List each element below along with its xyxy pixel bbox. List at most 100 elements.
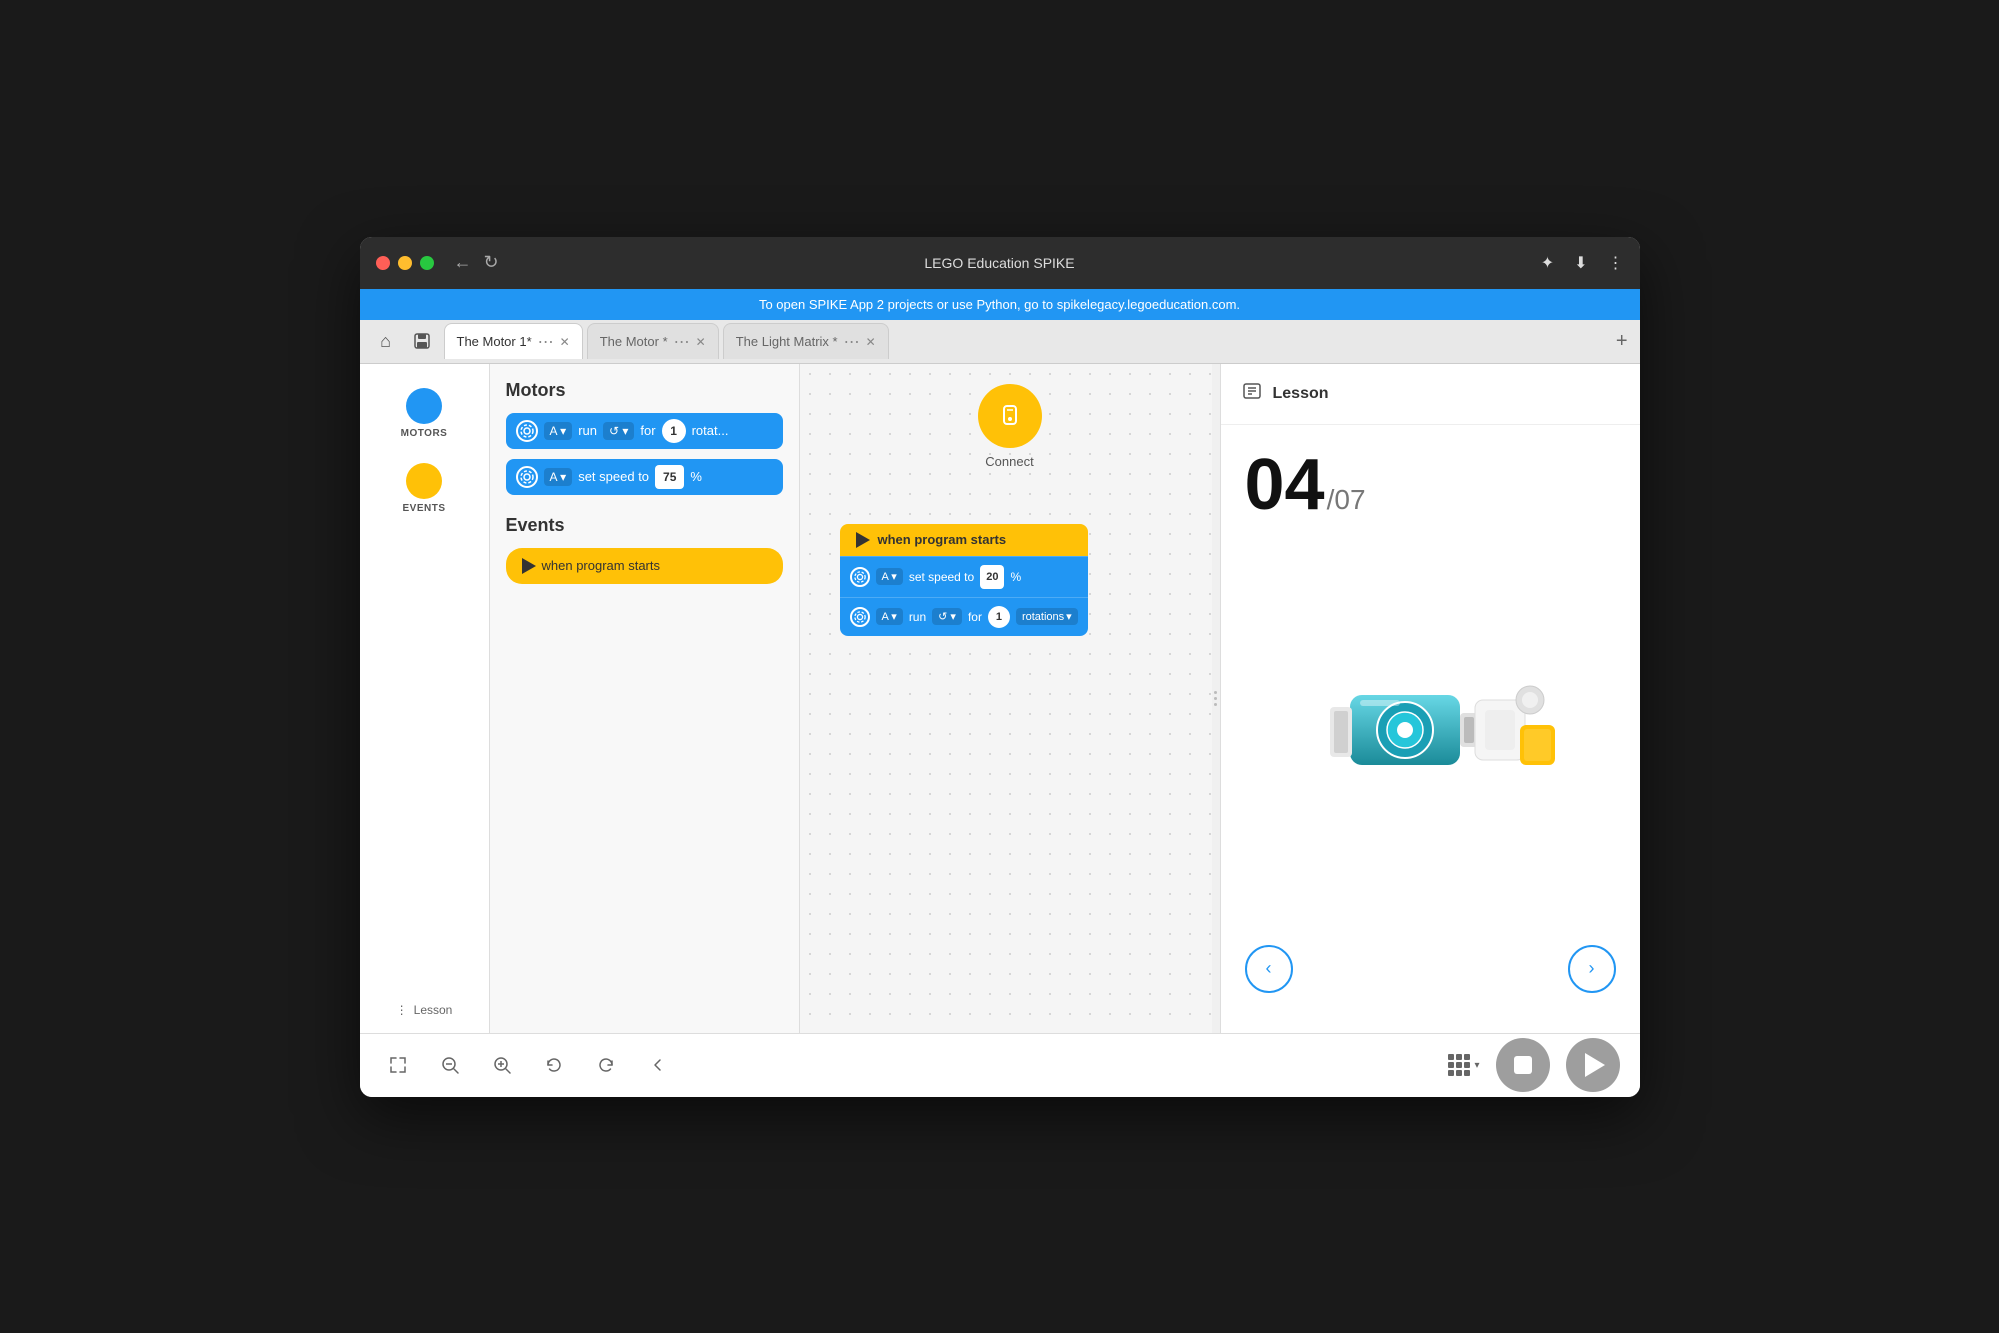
blocks-panel: Motors A ▾ run ↺ ▾ for 1 rotat... bbox=[490, 364, 800, 1033]
tab-motor1[interactable]: The Motor 1* ⋯ ✕ bbox=[444, 323, 583, 359]
back-button[interactable] bbox=[640, 1047, 676, 1083]
connect-circle bbox=[978, 384, 1042, 448]
lesson-image bbox=[1245, 537, 1616, 913]
set-speed-label: set speed to bbox=[578, 469, 649, 484]
run-label: run bbox=[578, 423, 597, 438]
canvas-port-1[interactable]: A ▾ bbox=[876, 568, 903, 585]
more-icon[interactable]: ⋮ bbox=[1608, 253, 1624, 273]
save-button[interactable] bbox=[404, 323, 440, 359]
tab-motor1-more[interactable]: ⋯ bbox=[538, 332, 554, 352]
port-dropdown-2[interactable]: A ▾ bbox=[544, 468, 573, 486]
canvas-play-icon bbox=[856, 532, 870, 548]
refresh-button[interactable]: ↻ bbox=[484, 252, 499, 273]
rotation-dir-dropdown[interactable]: ↺ ▾ bbox=[603, 422, 634, 440]
divider-dots bbox=[1214, 691, 1217, 706]
motors-dot bbox=[406, 388, 442, 424]
close-button[interactable] bbox=[376, 256, 390, 270]
lesson-prev-button[interactable]: ‹ bbox=[1245, 945, 1293, 993]
stop-button[interactable] bbox=[1496, 1038, 1550, 1092]
nav-buttons: ← ↻ bbox=[454, 252, 499, 273]
canvas-divider[interactable] bbox=[1212, 364, 1220, 1033]
canvas-run-value[interactable]: 1 bbox=[988, 606, 1010, 628]
run-value[interactable]: 1 bbox=[662, 419, 686, 443]
sidebar-item-motors[interactable]: MOTORS bbox=[393, 380, 456, 447]
play-button[interactable] bbox=[1566, 1038, 1620, 1092]
redo-button[interactable] bbox=[588, 1047, 624, 1083]
lesson-nav: ‹ › bbox=[1245, 929, 1616, 1009]
sidebar-lesson-label: Lesson bbox=[414, 1003, 453, 1017]
canvas-code-group: when program starts A ▾ set speed to 20 bbox=[840, 524, 1088, 636]
percent-label: % bbox=[690, 469, 702, 484]
tab-motor1-close[interactable]: ✕ bbox=[560, 336, 570, 348]
lesson-panel: Lesson 04 /07 bbox=[1220, 364, 1640, 1033]
lesson-content: 04 /07 bbox=[1221, 425, 1640, 1033]
for-label: for bbox=[640, 423, 655, 438]
canvas-run-label: run bbox=[909, 610, 926, 624]
sidebar-lesson-button[interactable]: ⋮ Lesson bbox=[396, 1003, 453, 1017]
grid-dropdown-arrow: ▾ bbox=[1474, 1060, 1479, 1071]
sidebar-more-icon: ⋮ bbox=[396, 1003, 408, 1017]
tab-motor-close[interactable]: ✕ bbox=[696, 336, 706, 348]
traffic-lights bbox=[376, 256, 434, 270]
sidebar: MOTORS EVENTS ⋮ Lesson bbox=[360, 364, 490, 1033]
canvas-unit-dropdown[interactable]: rotations ▾ bbox=[1016, 608, 1078, 625]
events-dot bbox=[406, 463, 442, 499]
canvas-port-2[interactable]: A ▾ bbox=[876, 608, 903, 625]
play-icon bbox=[522, 558, 536, 574]
events-label: EVENTS bbox=[402, 503, 445, 514]
motor-svg bbox=[1290, 645, 1570, 805]
back-nav-button[interactable]: ← bbox=[454, 252, 472, 273]
connect-button[interactable]: Connect bbox=[978, 384, 1042, 469]
titlebar: ← ↻ LEGO Education SPIKE ✦ ⬇ ⋮ bbox=[360, 237, 1640, 289]
speed-value[interactable]: 75 bbox=[655, 465, 684, 489]
grid-toggle-button[interactable]: ▾ bbox=[1448, 1054, 1479, 1076]
canvas-gear-2 bbox=[850, 607, 870, 627]
zoom-in-button[interactable] bbox=[484, 1047, 520, 1083]
motor-run-block[interactable]: A ▾ run ↺ ▾ for 1 rotat... bbox=[506, 413, 783, 449]
canvas-speed-row[interactable]: A ▾ set speed to 20 % bbox=[840, 556, 1088, 597]
home-button[interactable]: ⌂ bbox=[368, 323, 404, 359]
tab-lightmatrix-more[interactable]: ⋯ bbox=[844, 332, 860, 352]
canvas-percent: % bbox=[1010, 570, 1021, 584]
tab-lightmatrix-close[interactable]: ✕ bbox=[866, 336, 876, 348]
events-section-title: Events bbox=[506, 515, 783, 536]
tab-lightmatrix-label: The Light Matrix * bbox=[736, 334, 838, 349]
sidebar-item-events[interactable]: EVENTS bbox=[394, 455, 453, 522]
fit-screen-button[interactable] bbox=[380, 1047, 416, 1083]
undo-button[interactable] bbox=[536, 1047, 572, 1083]
puzzle-icon[interactable]: ✦ bbox=[1541, 253, 1554, 273]
play-icon bbox=[1585, 1053, 1605, 1077]
code-block-group: when program starts A ▾ set speed to 20 bbox=[840, 524, 1088, 636]
tab-motor1-label: The Motor 1* bbox=[457, 334, 532, 349]
zoom-out-button[interactable] bbox=[432, 1047, 468, 1083]
canvas-area[interactable]: Connect when program starts bbox=[800, 364, 1220, 1033]
tab-motor[interactable]: The Motor * ⋯ ✕ bbox=[587, 323, 719, 359]
main-area: MOTORS EVENTS ⋮ Lesson Motors bbox=[360, 364, 1640, 1033]
maximize-button[interactable] bbox=[420, 256, 434, 270]
tabbar: ⌂ The Motor 1* ⋯ ✕ The Motor * ⋯ ✕ The L… bbox=[360, 320, 1640, 364]
tab-lightmatrix[interactable]: The Light Matrix * ⋯ ✕ bbox=[723, 323, 889, 359]
tab-motor-more[interactable]: ⋯ bbox=[674, 332, 690, 352]
canvas-gear-1 bbox=[850, 567, 870, 587]
lesson-next-button[interactable]: › bbox=[1568, 945, 1616, 993]
when-program-starts-block[interactable]: when program starts bbox=[506, 548, 783, 584]
canvas-when-label: when program starts bbox=[878, 532, 1007, 547]
canvas-rot-dir[interactable]: ↺ ▾ bbox=[932, 608, 962, 625]
tab-motor-label: The Motor * bbox=[600, 334, 668, 349]
canvas-unit-label: rotations bbox=[1022, 611, 1064, 623]
lesson-header: Lesson bbox=[1221, 364, 1640, 425]
motors-label: MOTORS bbox=[401, 428, 448, 439]
download-icon[interactable]: ⬇ bbox=[1574, 253, 1587, 273]
lesson-current: 04 bbox=[1245, 449, 1325, 521]
lesson-total: /07 bbox=[1327, 484, 1366, 516]
port-dropdown-1[interactable]: A ▾ bbox=[544, 422, 573, 440]
motor-speed-block[interactable]: A ▾ set speed to 75 % bbox=[506, 459, 783, 495]
canvas-when-block[interactable]: when program starts bbox=[840, 524, 1088, 556]
add-tab-button[interactable]: + bbox=[1616, 330, 1628, 353]
window-title: LEGO Education SPIKE bbox=[924, 255, 1074, 271]
minimize-button[interactable] bbox=[398, 256, 412, 270]
canvas-run-row[interactable]: A ▾ run ↺ ▾ for 1 rotations ▾ bbox=[840, 597, 1088, 636]
canvas-speed-value[interactable]: 20 bbox=[980, 565, 1004, 589]
lesson-list-icon bbox=[1241, 380, 1263, 408]
canvas-set-speed: set speed to bbox=[909, 570, 974, 584]
